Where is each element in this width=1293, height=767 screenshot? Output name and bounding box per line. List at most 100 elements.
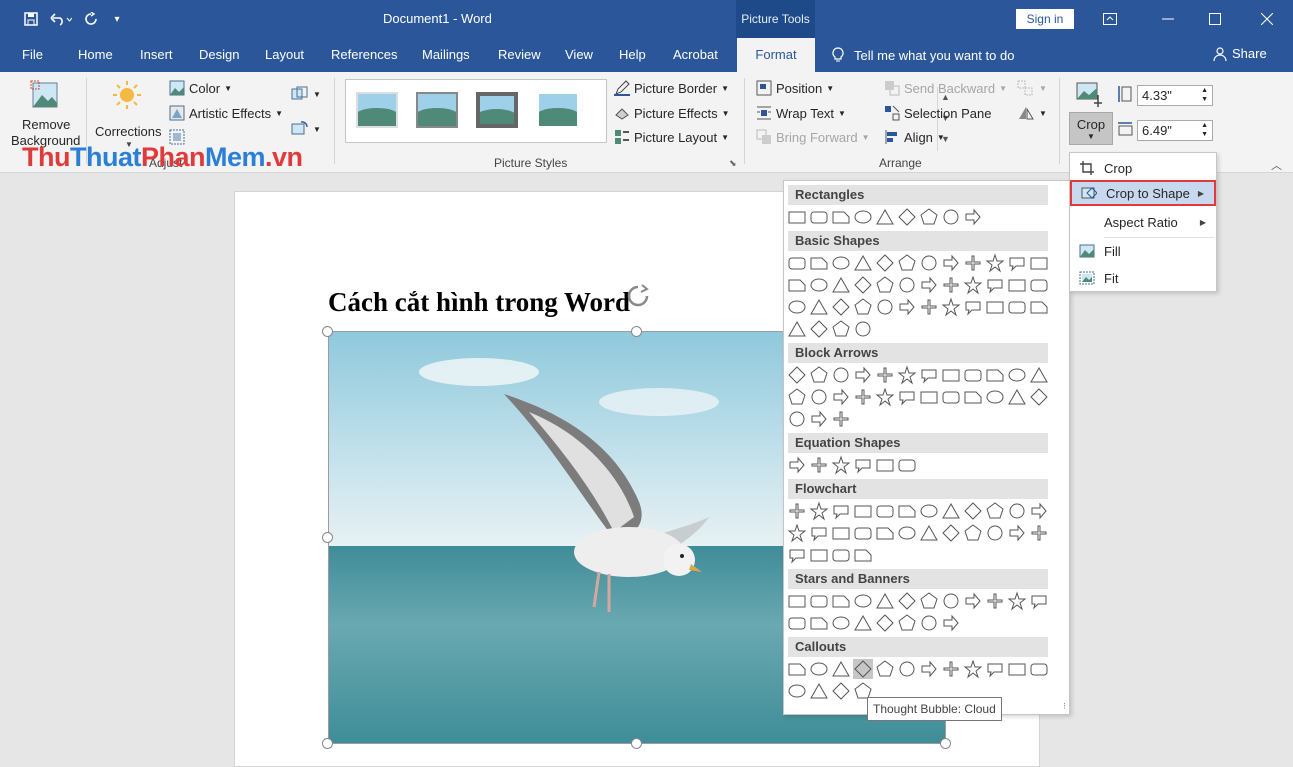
share-button[interactable]: Share bbox=[1213, 46, 1267, 61]
change-picture-button[interactable]: ▼ bbox=[291, 121, 321, 137]
shape-thumbnail[interactable] bbox=[787, 501, 807, 521]
group-objects-button[interactable]: ▼ bbox=[1017, 80, 1047, 96]
shape-thumbnail[interactable] bbox=[853, 545, 873, 565]
shape-thumbnail[interactable] bbox=[919, 591, 939, 611]
shape-thumbnail[interactable] bbox=[963, 253, 983, 273]
shape-thumbnail[interactable] bbox=[875, 253, 895, 273]
shape-thumbnail[interactable] bbox=[831, 681, 851, 701]
shape-thumbnail[interactable] bbox=[963, 207, 983, 227]
shape-thumbnail[interactable] bbox=[919, 253, 939, 273]
resize-handle[interactable] bbox=[631, 326, 642, 337]
shape-thumbnail[interactable] bbox=[875, 297, 895, 317]
shape-thumbnail[interactable] bbox=[919, 387, 939, 407]
shape-thumbnail[interactable] bbox=[897, 297, 917, 317]
shape-thumbnail[interactable] bbox=[985, 591, 1005, 611]
tab-view[interactable]: View bbox=[565, 47, 593, 62]
shape-width-field[interactable]: 6.49" ▲ ▼ bbox=[1137, 120, 1213, 141]
shape-thumbnail[interactable] bbox=[897, 365, 917, 385]
undo-icon[interactable] bbox=[44, 6, 78, 32]
shape-thumbnail[interactable] bbox=[941, 591, 961, 611]
picture-layout-button[interactable]: Picture Layout ▼ bbox=[614, 129, 729, 145]
redo-icon[interactable] bbox=[78, 6, 104, 32]
shape-thumbnail[interactable] bbox=[853, 659, 873, 679]
shape-thumbnail[interactable] bbox=[897, 659, 917, 679]
shape-thumbnail[interactable] bbox=[809, 613, 829, 633]
shape-thumbnail[interactable] bbox=[875, 365, 895, 385]
shape-thumbnail[interactable] bbox=[1007, 275, 1027, 295]
shape-thumbnail[interactable] bbox=[897, 501, 917, 521]
shape-thumbnail[interactable] bbox=[941, 365, 961, 385]
tab-help[interactable]: Help bbox=[619, 47, 646, 62]
shape-thumbnail[interactable] bbox=[985, 297, 1005, 317]
shape-thumbnail[interactable] bbox=[831, 545, 851, 565]
shape-thumbnail[interactable] bbox=[787, 387, 807, 407]
tab-file[interactable]: File bbox=[22, 47, 43, 62]
shape-thumbnail[interactable] bbox=[941, 207, 961, 227]
shape-thumbnail[interactable] bbox=[941, 613, 961, 633]
shape-thumbnail[interactable] bbox=[1007, 387, 1027, 407]
picture-style-thumb[interactable] bbox=[416, 92, 458, 128]
shape-thumbnail[interactable] bbox=[809, 455, 829, 475]
shape-thumbnail[interactable] bbox=[809, 207, 829, 227]
menu-item-fill[interactable]: Fill bbox=[1070, 238, 1216, 264]
shape-thumbnail[interactable] bbox=[809, 681, 829, 701]
close-icon[interactable] bbox=[1252, 4, 1282, 34]
shape-thumbnail[interactable] bbox=[787, 297, 807, 317]
shape-thumbnail[interactable] bbox=[897, 275, 917, 295]
shape-thumbnail[interactable] bbox=[831, 207, 851, 227]
shape-thumbnail[interactable] bbox=[985, 501, 1005, 521]
shape-thumbnail[interactable] bbox=[809, 659, 829, 679]
picture-style-thumb[interactable] bbox=[356, 92, 398, 128]
shape-thumbnail[interactable] bbox=[787, 365, 807, 385]
shape-thumbnail[interactable] bbox=[787, 275, 807, 295]
shape-thumbnail[interactable] bbox=[831, 455, 851, 475]
shape-thumbnail[interactable] bbox=[831, 613, 851, 633]
shape-thumbnail[interactable] bbox=[853, 207, 873, 227]
shape-thumbnail[interactable] bbox=[787, 613, 807, 633]
shape-thumbnail[interactable] bbox=[809, 365, 829, 385]
position-button[interactable]: Position ▼ bbox=[756, 80, 834, 96]
shape-thumbnail[interactable] bbox=[831, 591, 851, 611]
resize-handle[interactable] bbox=[940, 738, 951, 749]
align-button[interactable]: Align ▼ bbox=[884, 129, 945, 145]
document-heading[interactable]: Cách cắt hình trong Word bbox=[328, 287, 630, 318]
tab-mailings[interactable]: Mailings bbox=[422, 47, 470, 62]
shape-thumbnail[interactable] bbox=[787, 455, 807, 475]
shape-thumbnail[interactable] bbox=[897, 613, 917, 633]
shape-thumbnail[interactable] bbox=[963, 659, 983, 679]
shape-thumbnail[interactable] bbox=[1029, 387, 1049, 407]
shape-thumbnail[interactable] bbox=[897, 207, 917, 227]
shape-thumbnail[interactable] bbox=[853, 613, 873, 633]
picture-style-thumb[interactable] bbox=[537, 92, 579, 128]
shape-thumbnail[interactable] bbox=[985, 387, 1005, 407]
tab-design[interactable]: Design bbox=[199, 47, 239, 62]
shape-thumbnail[interactable] bbox=[875, 501, 895, 521]
shape-thumbnail[interactable] bbox=[809, 501, 829, 521]
shape-thumbnail[interactable] bbox=[963, 275, 983, 295]
resize-handle[interactable] bbox=[322, 326, 333, 337]
shape-thumbnail[interactable] bbox=[875, 659, 895, 679]
shape-thumbnail[interactable] bbox=[853, 501, 873, 521]
shape-thumbnail[interactable] bbox=[1029, 275, 1049, 295]
shape-thumbnail[interactable] bbox=[1007, 659, 1027, 679]
shape-thumbnail[interactable] bbox=[787, 681, 807, 701]
shape-thumbnail[interactable] bbox=[897, 523, 917, 543]
resize-handle[interactable] bbox=[322, 738, 333, 749]
shape-thumbnail[interactable] bbox=[985, 523, 1005, 543]
shape-thumbnail[interactable] bbox=[1029, 297, 1049, 317]
rotate-button[interactable]: ▼ bbox=[1017, 105, 1047, 121]
shape-thumbnail[interactable] bbox=[875, 387, 895, 407]
shape-thumbnail[interactable] bbox=[831, 297, 851, 317]
tab-home[interactable]: Home bbox=[78, 47, 113, 62]
sign-in-button[interactable]: Sign in bbox=[1016, 9, 1074, 29]
menu-item-crop-to-shape[interactable]: Crop to Shape ▶ bbox=[1070, 180, 1216, 206]
shape-thumbnail[interactable] bbox=[919, 297, 939, 317]
shape-thumbnail[interactable] bbox=[897, 387, 917, 407]
shape-thumbnail[interactable] bbox=[875, 455, 895, 475]
shape-thumbnail[interactable] bbox=[787, 319, 807, 339]
shape-thumbnail[interactable] bbox=[941, 659, 961, 679]
shape-thumbnail[interactable] bbox=[853, 365, 873, 385]
picture-border-button[interactable]: Picture Border ▼ bbox=[614, 80, 729, 96]
shape-thumbnail[interactable] bbox=[831, 409, 851, 429]
send-backward-button[interactable]: Send Backward ▼ bbox=[884, 80, 1007, 96]
